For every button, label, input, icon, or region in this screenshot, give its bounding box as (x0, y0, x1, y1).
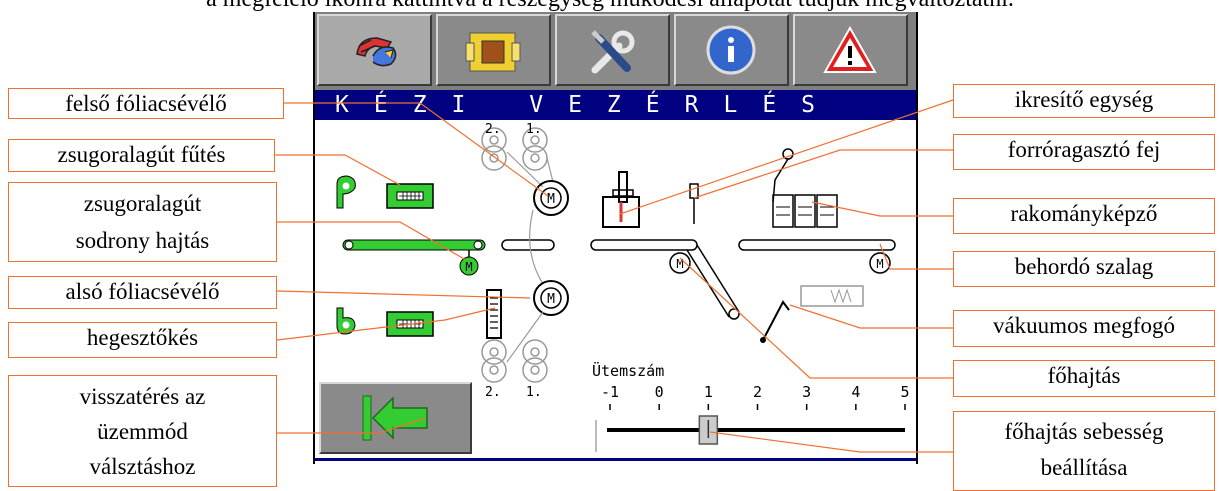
label-shrink-tunnel-heating: zsugoralagút fűtés (8, 139, 275, 172)
heater-upper-icon[interactable] (386, 183, 434, 209)
roll-number: 1. (526, 385, 542, 400)
vacuum-gripper[interactable] (760, 285, 864, 343)
roll-number: 2. (485, 385, 501, 400)
label-shrink-tunnel-drive: zsugoralagút sodrony hajtás (8, 182, 277, 262)
label-main-drive: főhajtás (953, 360, 1215, 397)
label-hot-glue-head: forróragasztó fej (953, 134, 1215, 170)
heater-lower-icon[interactable] (386, 311, 434, 337)
main-conveyor[interactable]: M (590, 239, 740, 320)
motor-letter: M (465, 260, 472, 274)
motor-letter: M (676, 257, 683, 271)
upper-film-motor[interactable]: M (533, 180, 569, 216)
motor-letter: M (876, 257, 883, 271)
label-lower-film-winder: alsó fóliacsévélő (8, 276, 277, 309)
lower-film-fan-icon[interactable] (336, 307, 356, 335)
load-former[interactable] (772, 148, 838, 228)
slider-label: Ütemszám (592, 361, 664, 380)
label-line: sodrony hajtás (75, 228, 210, 253)
transfer-belt[interactable] (501, 239, 555, 251)
back-arrow-icon (362, 395, 428, 441)
twin-unit[interactable] (602, 171, 640, 228)
bottom-bar (315, 458, 916, 461)
motor-letter: M (547, 292, 555, 307)
fan-upper-icon[interactable] (336, 175, 356, 209)
label-load-former: rakományképző (953, 198, 1215, 234)
label-line: válsztáshoz (89, 454, 196, 479)
infeed-belt[interactable]: M (738, 239, 896, 274)
slider-tick-label: -1 (601, 383, 619, 401)
label-infeed-belt: behordó szalag (953, 251, 1215, 287)
label-main-drive-speed: főhajtás sebesség beállítása (953, 411, 1215, 491)
label-line: visszatérés az (79, 384, 206, 409)
label-line: üzemmód (97, 419, 188, 444)
slider-tick-label: 3 (802, 383, 811, 401)
slider-scale: -1 0 1 2 3 4 5 (601, 383, 910, 410)
film-path (529, 209, 544, 285)
label-line: zsugoralagút (83, 191, 202, 216)
label-line: beállítása (1040, 455, 1128, 480)
slider-tick-label: 1 (704, 383, 713, 401)
shrink-tunnel-belt[interactable]: M (342, 239, 486, 276)
roll-number: 2. (485, 122, 501, 137)
hot-glue-head[interactable] (689, 183, 699, 224)
slider-tick-label: 0 (655, 383, 664, 401)
slider-tick-label: 5 (900, 383, 909, 401)
hmi-screen: KÉZI VEZÉRLÉS 2. 1. M M M M M 2. 1. Ütem… (313, 12, 918, 464)
label-vacuum-gripper: vákuumos megfogó (953, 310, 1215, 347)
label-upper-film-winder: felső fóliacsévélő (8, 88, 284, 119)
slider-tick-label: 2 (753, 383, 762, 401)
label-back-to-mode-select: visszatérés az üzemmód válsztáshoz (8, 375, 277, 487)
lower-film-motor[interactable]: M (533, 280, 569, 316)
motor-letter: M (547, 192, 555, 207)
label-welding-knife: hegesztőkés (8, 322, 277, 358)
label-twin-unit: ikresítő egység (953, 84, 1215, 118)
label-line: főhajtás sebesség (1004, 419, 1164, 444)
welding-knife[interactable] (486, 289, 502, 339)
back-button[interactable] (319, 382, 472, 454)
slider-tick-label: 4 (851, 383, 860, 401)
roll-number: 1. (526, 122, 542, 137)
